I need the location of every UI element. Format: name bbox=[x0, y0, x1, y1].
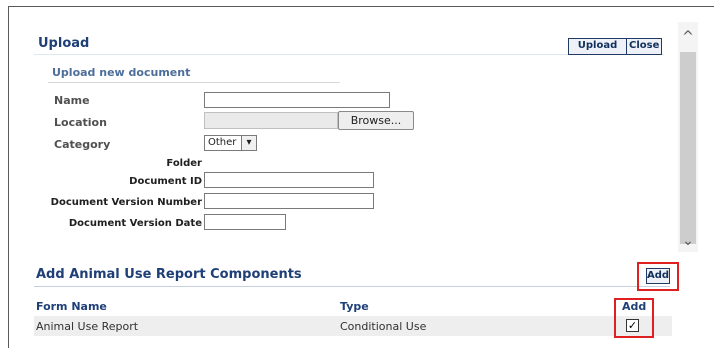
highlight-add-button bbox=[637, 262, 679, 291]
frame-border-left bbox=[8, 6, 9, 348]
scrollbar[interactable]: ^ ⌄ bbox=[678, 22, 698, 252]
frame-border-top bbox=[8, 6, 714, 7]
version-date-input[interactable] bbox=[204, 214, 286, 230]
scroll-thumb[interactable] bbox=[680, 52, 696, 244]
version-number-label: Document Version Number bbox=[50, 197, 202, 208]
folder-label: Folder bbox=[166, 158, 202, 169]
browse-button[interactable]: Browse... bbox=[338, 111, 414, 130]
row-type: Conditional Use bbox=[340, 320, 427, 333]
scroll-up-icon[interactable]: ^ bbox=[678, 28, 698, 46]
category-select[interactable]: Other ▾ bbox=[204, 135, 257, 151]
subheading-divider bbox=[48, 82, 340, 83]
document-id-input[interactable] bbox=[204, 172, 374, 188]
name-input[interactable] bbox=[204, 92, 390, 108]
category-label: Category bbox=[54, 138, 111, 151]
highlight-add-checkbox bbox=[614, 298, 654, 338]
close-button[interactable]: Close bbox=[626, 38, 662, 55]
components-divider bbox=[34, 286, 670, 287]
chevron-down-icon[interactable]: ▾ bbox=[241, 136, 256, 150]
row-form-name: Animal Use Report bbox=[36, 320, 139, 333]
document-id-label: Document ID bbox=[129, 176, 202, 187]
components-title: Add Animal Use Report Components bbox=[36, 267, 302, 282]
upload-button[interactable]: Upload bbox=[568, 38, 627, 55]
location-label: Location bbox=[54, 116, 107, 129]
column-header-form-name: Form Name bbox=[36, 300, 107, 313]
version-number-input[interactable] bbox=[204, 193, 374, 209]
upload-subheading: Upload new document bbox=[52, 66, 191, 79]
scroll-down-icon[interactable]: ⌄ bbox=[678, 232, 698, 250]
name-label: Name bbox=[54, 94, 90, 107]
column-header-type: Type bbox=[340, 300, 369, 313]
upload-title: Upload bbox=[38, 36, 90, 51]
version-date-label: Document Version Date bbox=[68, 218, 202, 229]
location-field[interactable] bbox=[204, 112, 338, 129]
category-selected-value: Other bbox=[208, 137, 237, 148]
